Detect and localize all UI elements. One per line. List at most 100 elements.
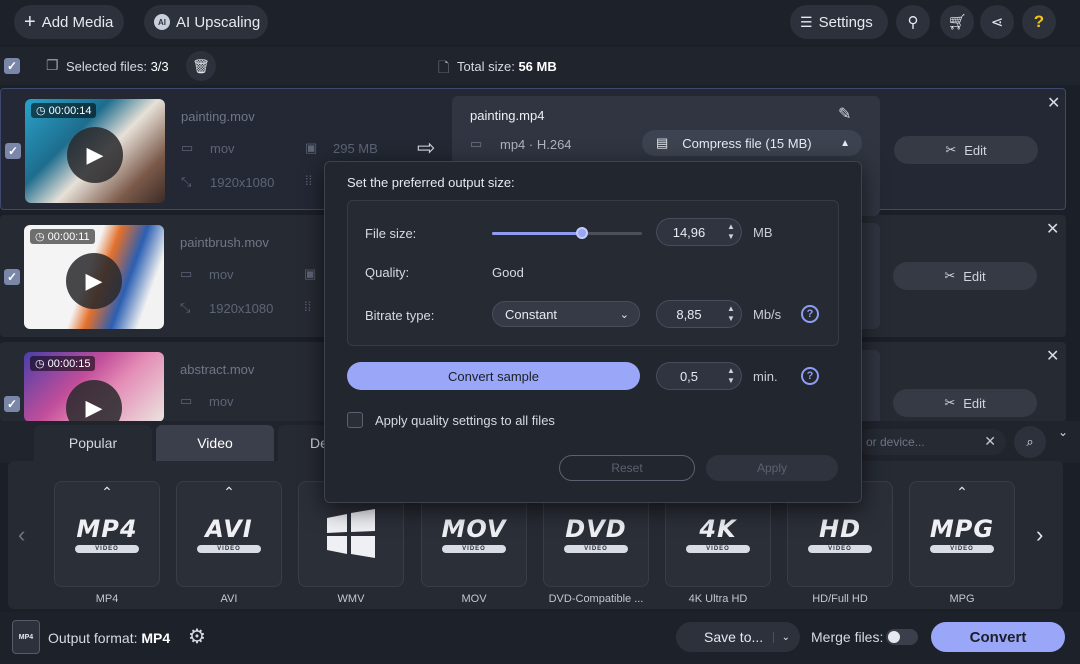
container-icon: ▭ — [180, 393, 193, 408]
grid-icon: ⁞⁞ — [304, 299, 312, 314]
chevron-down-icon: ⌄ — [772, 631, 790, 643]
duration-badge: ◷ 00:00:14 — [31, 103, 97, 118]
bitrate-unit: Mb/s — [753, 307, 782, 322]
resize-icon: ⤡ — [180, 300, 191, 315]
apply-all-label: Apply quality settings to all files — [375, 413, 555, 428]
detect-device-button[interactable]: ⌕ — [1014, 426, 1046, 458]
grid-icon: ⁞⁞ — [305, 173, 313, 188]
video-thumbnail[interactable]: ◷ 00:00:14 ▶ — [25, 99, 165, 203]
container-icon: ▭ — [470, 136, 483, 151]
file-checkbox[interactable]: ✓ — [4, 269, 20, 285]
file-size-slider[interactable] — [492, 227, 642, 239]
play-icon[interactable]: ▶ — [66, 253, 122, 309]
search-icon: ⚲ — [907, 14, 919, 31]
sample-length-stepper[interactable]: 0,5 ▲ ▼ — [656, 362, 742, 390]
help-button[interactable]: ? — [1022, 5, 1056, 39]
convert-arrow-icon: ⇨ — [417, 135, 436, 160]
bitrate-type-select[interactable]: Constant ⌄ — [492, 301, 640, 327]
files-icon: ❐ — [46, 57, 59, 73]
output-file-name: painting.mp4 — [470, 108, 545, 123]
resize-icon: ⤡ — [181, 174, 192, 189]
settings-button[interactable]: ☰ Settings — [790, 5, 888, 39]
container-value: mov — [209, 394, 234, 409]
output-format: Output format: MP4 — [48, 630, 171, 646]
convert-button[interactable]: Convert — [931, 622, 1065, 652]
scissors-icon: ✂ — [945, 142, 957, 157]
output-format-icon: MP4 — [12, 620, 40, 654]
file-size-label: File size: — [365, 226, 417, 241]
compress-dropdown[interactable]: ▤ Compress file (15 MB) ▲ — [642, 130, 862, 156]
chevron-left-icon[interactable]: ‹ — [18, 522, 25, 548]
remove-file-button[interactable]: ✕ — [1046, 346, 1059, 366]
container-value: mov — [210, 141, 235, 156]
tab-devices[interactable]: De — [278, 425, 328, 461]
format-label: HD/Full HD — [812, 593, 868, 605]
format-label: AVI — [220, 593, 238, 605]
gear-icon[interactable]: ⚙ — [188, 624, 206, 649]
search-button[interactable]: ⚲ — [896, 5, 930, 39]
total-size: Total size: 56 MB — [457, 59, 557, 74]
clear-icon[interactable]: ✕ — [984, 433, 996, 450]
apply-button[interactable]: Apply — [706, 455, 838, 481]
ai-icon: AI — [154, 14, 170, 30]
stepper-arrows-icon[interactable]: ▲ ▼ — [721, 366, 741, 386]
help-icon[interactable]: ? — [801, 367, 819, 385]
selection-bar: ✓ ❐ Selected files: 3/3 🗑︎ 🗋 Total size:… — [0, 47, 1080, 85]
remove-file-button[interactable]: ✕ — [1046, 219, 1059, 239]
slider-handle[interactable] — [576, 227, 588, 239]
delete-button[interactable]: 🗑︎ — [186, 51, 216, 81]
format-label: WMV — [337, 593, 365, 605]
tab-popular[interactable]: Popular — [34, 425, 152, 461]
format-mpg[interactable]: ⌃ MPG VIDEO — [909, 481, 1015, 587]
add-media-button[interactable]: + Add Media — [14, 5, 124, 39]
chevron-down-icon: ⌄ — [619, 308, 629, 321]
plus-icon: + — [24, 10, 36, 33]
cart-icon: 🛒︎ — [947, 14, 967, 31]
stepper-arrows-icon[interactable]: ▲ ▼ — [721, 304, 741, 324]
slider-fill — [492, 232, 582, 235]
chevron-down-icon[interactable]: ⌄ — [1058, 425, 1068, 439]
apply-all-checkbox[interactable] — [347, 412, 363, 428]
remove-file-button[interactable]: ✕ — [1047, 93, 1060, 113]
quality-value: Good — [492, 265, 524, 280]
tab-video[interactable]: Video — [156, 425, 274, 461]
sliders-icon: ☰ — [800, 13, 813, 30]
file-checkbox[interactable]: ✓ — [4, 396, 20, 412]
play-icon[interactable]: ▶ — [66, 380, 122, 422]
chevron-right-icon[interactable]: › — [1036, 522, 1043, 548]
file-size-stepper[interactable]: 14,96 ▲ ▼ — [656, 218, 742, 246]
format-avi[interactable]: ⌃ AVI VIDEO — [176, 481, 282, 587]
convert-sample-button[interactable]: Convert sample — [347, 362, 640, 390]
reset-button[interactable]: Reset — [559, 455, 695, 481]
edit-button[interactable]: ✂ Edit — [893, 262, 1037, 290]
edit-button[interactable]: ✂ Edit — [893, 389, 1037, 417]
pencil-icon[interactable]: ✎ — [838, 104, 851, 124]
video-thumbnail[interactable]: ◷ 00:00:15 ▶ — [24, 352, 164, 422]
format-label: 4K Ultra HD — [688, 593, 748, 605]
format-mp4[interactable]: ⌃ MP4 VIDEO — [54, 481, 160, 587]
selected-files-label: Selected files: 3/3 — [66, 59, 169, 74]
file-name: abstract.mov — [180, 362, 255, 377]
popup-title: Set the preferred output size: — [347, 175, 515, 190]
ai-upscaling-button[interactable]: AI AI Upscaling — [144, 5, 268, 39]
settings-group: File size: 14,96 ▲ ▼ MB Quality: Good Bitr… — [347, 200, 839, 346]
container-icon: ▭ — [180, 266, 193, 281]
compression-popup: Set the preferred output size: File size… — [324, 161, 862, 503]
stepper-arrows-icon[interactable]: ▲ ▼ — [721, 222, 741, 242]
play-icon[interactable]: ▶ — [67, 127, 123, 183]
duration-badge: ◷ 00:00:11 — [30, 229, 95, 244]
help-icon: ? — [1033, 12, 1045, 31]
edit-button[interactable]: ✂ Edit — [894, 136, 1038, 164]
search-format-input[interactable]: or device... ✕ — [856, 429, 1006, 455]
save-to-button[interactable]: Save to... ⌄ — [676, 622, 800, 652]
merge-files-toggle[interactable] — [886, 629, 918, 645]
file-checkbox[interactable]: ✓ — [5, 143, 21, 159]
bitrate-stepper[interactable]: 8,85 ▲ ▼ — [656, 300, 742, 328]
share-button[interactable]: ⋖ — [980, 5, 1014, 39]
container-value: mov — [209, 267, 234, 282]
cart-button[interactable]: 🛒︎ — [940, 5, 974, 39]
help-icon[interactable]: ? — [801, 305, 819, 323]
select-all-checkbox[interactable]: ✓ — [4, 58, 20, 74]
merge-files-label: Merge files: — [811, 629, 884, 645]
video-thumbnail[interactable]: ◷ 00:00:11 ▶ — [24, 225, 164, 329]
